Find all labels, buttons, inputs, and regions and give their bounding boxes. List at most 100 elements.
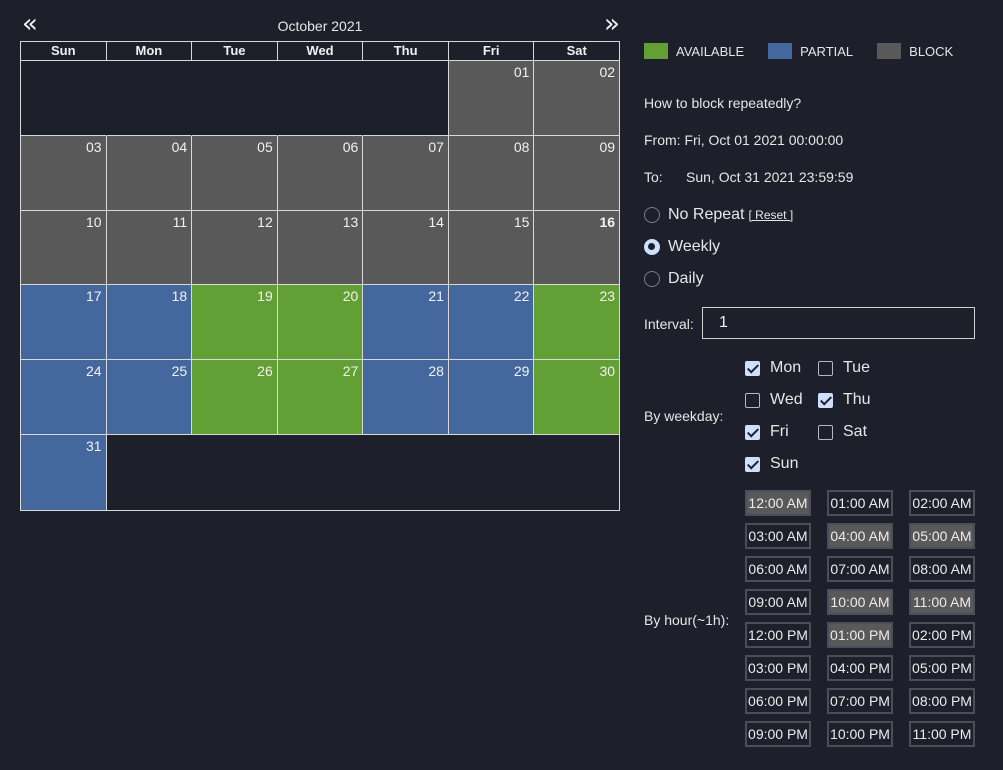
weekday-option-thu[interactable]: Thu xyxy=(818,391,871,409)
hour-button-0400pm[interactable]: 04:00 PM xyxy=(827,655,893,681)
calendar-day-09[interactable]: 09 xyxy=(534,135,620,211)
calendar-header: « October 2021 » xyxy=(20,11,620,40)
calendar-day-23[interactable]: 23 xyxy=(534,285,620,361)
calendar-day-31[interactable]: 31 xyxy=(21,434,107,510)
calendar-day-28[interactable]: 28 xyxy=(363,360,449,435)
hour-button-0700pm[interactable]: 07:00 PM xyxy=(827,688,893,714)
hour-button-0200am[interactable]: 02:00 AM xyxy=(909,490,975,516)
hour-button-0500am[interactable]: 05:00 AM xyxy=(909,523,975,549)
calendar-day-27[interactable]: 27 xyxy=(277,360,364,435)
weekday-option-wed[interactable]: Wed xyxy=(745,391,803,409)
calendar-day-number: 28 xyxy=(428,363,444,380)
hour-button-0900am[interactable]: 09:00 AM xyxy=(745,589,811,615)
checkbox[interactable] xyxy=(745,424,760,440)
calendar-day-25[interactable]: 25 xyxy=(106,360,193,435)
calendar-day-22[interactable]: 22 xyxy=(448,285,535,361)
hour-button-0100am[interactable]: 01:00 AM xyxy=(827,490,893,516)
checkbox[interactable] xyxy=(745,360,760,376)
legend-swatch xyxy=(768,43,793,59)
checkbox-label: Sat xyxy=(843,423,868,440)
hour-label: By hour(~1h): xyxy=(644,612,730,628)
hour-button-0400am[interactable]: 04:00 AM xyxy=(827,523,893,549)
radio-button[interactable] xyxy=(644,207,660,223)
weekday-option-sun[interactable]: Sun xyxy=(745,455,798,473)
calendar-day-15[interactable]: 15 xyxy=(448,210,535,286)
calendar-day-21[interactable]: 21 xyxy=(363,285,449,361)
calendar-day-number: 06 xyxy=(342,138,359,155)
weekday-option-sat[interactable]: Sat xyxy=(818,423,867,441)
hour-button-0900pm[interactable]: 09:00 PM xyxy=(745,721,811,747)
hour-button-0200pm[interactable]: 02:00 PM xyxy=(909,622,975,648)
calendar-day-17[interactable]: 17 xyxy=(21,285,107,361)
hour-button-0300am[interactable]: 03:00 AM xyxy=(745,523,811,549)
checkbox-label: Wed xyxy=(770,391,803,408)
hour-button-1000pm[interactable]: 10:00 PM xyxy=(827,721,893,747)
calendar-day-number: 27 xyxy=(342,363,359,380)
calendar-week-row: 10 11 12 13 14 15 16 xyxy=(21,210,620,286)
calendar-day-16[interactable]: 16 xyxy=(534,210,620,286)
checkbox[interactable] xyxy=(745,392,760,408)
weekday-header-mon: Mon xyxy=(107,42,193,60)
calendar-empty-cell xyxy=(277,61,364,136)
hour-button-1000am[interactable]: 10:00 AM xyxy=(827,589,893,615)
calendar-day-number: 17 xyxy=(86,288,102,305)
checkbox[interactable] xyxy=(745,456,760,472)
hour-button-1200pm[interactable]: 12:00 PM xyxy=(745,622,811,648)
hour-button-1200am[interactable]: 12:00 AM xyxy=(745,490,811,516)
weekday-option-mon[interactable]: Mon xyxy=(745,359,801,377)
hour-button-1100am[interactable]: 11:00 AM xyxy=(909,589,975,615)
calendar-day-04[interactable]: 04 xyxy=(106,135,193,211)
checkbox[interactable] xyxy=(818,392,833,408)
legend-item-block: BLOCK xyxy=(877,43,953,59)
hour-button-1100pm[interactable]: 11:00 PM xyxy=(909,721,975,747)
calendar-day-08[interactable]: 08 xyxy=(448,135,535,211)
calendar-day-30[interactable]: 30 xyxy=(534,360,620,435)
calendar-day-number: 24 xyxy=(86,363,102,380)
hour-button-0600am[interactable]: 06:00 AM xyxy=(745,556,811,582)
calendar-day-number: 25 xyxy=(171,363,188,380)
status-legend: AVAILABLE PARTIAL BLOCK xyxy=(644,43,977,59)
calendar-week-row: 17 18 19 20 21 22 23 xyxy=(21,285,620,361)
calendar-day-10[interactable]: 10 xyxy=(21,210,107,286)
calendar-day-01[interactable]: 01 xyxy=(448,61,535,136)
hour-button-0100pm[interactable]: 01:00 PM xyxy=(827,622,893,648)
repeat-option-daily[interactable]: Daily xyxy=(644,270,704,288)
calendar-day-24[interactable]: 24 xyxy=(21,360,107,435)
calendar-day-11[interactable]: 11 xyxy=(106,210,193,286)
calendar-day-07[interactable]: 07 xyxy=(363,135,449,211)
hour-button-0800pm[interactable]: 08:00 PM xyxy=(909,688,975,714)
calendar-day-number: 04 xyxy=(171,138,188,155)
calendar-day-19[interactable]: 19 xyxy=(192,285,278,361)
calendar-day-20[interactable]: 20 xyxy=(277,285,364,361)
calendar-day-number: 23 xyxy=(599,288,616,305)
hour-button-0500pm[interactable]: 05:00 PM xyxy=(909,655,975,681)
hour-button-0300pm[interactable]: 03:00 PM xyxy=(745,655,811,681)
checkbox[interactable] xyxy=(818,424,833,440)
hour-button-0600pm[interactable]: 06:00 PM xyxy=(745,688,811,714)
hour-button-0700am[interactable]: 07:00 AM xyxy=(827,556,893,582)
weekday-option-fri[interactable]: Fri xyxy=(745,423,789,441)
calendar-day-13[interactable]: 13 xyxy=(277,210,364,286)
double-chevron-right-icon[interactable]: » xyxy=(600,11,624,38)
weekday-option-tue[interactable]: Tue xyxy=(818,359,870,377)
calendar-day-18[interactable]: 18 xyxy=(106,285,193,361)
hour-button-0800am[interactable]: 08:00 AM xyxy=(909,556,975,582)
calendar-day-05[interactable]: 05 xyxy=(192,135,278,211)
reset-link[interactable]: [ Reset ] xyxy=(749,208,794,222)
weekday-header-thu: Thu xyxy=(363,42,449,60)
checkbox[interactable] xyxy=(818,360,833,376)
interval-input[interactable] xyxy=(702,307,975,339)
calendar-day-06[interactable]: 06 xyxy=(277,135,364,211)
radio-button[interactable] xyxy=(644,239,660,255)
calendar-day-26[interactable]: 26 xyxy=(192,360,278,435)
calendar-day-14[interactable]: 14 xyxy=(363,210,449,286)
repeat-option-weekly[interactable]: Weekly xyxy=(644,238,720,256)
calendar-day-03[interactable]: 03 xyxy=(21,135,107,211)
radio-button[interactable] xyxy=(644,271,660,287)
calendar-day-12[interactable]: 12 xyxy=(192,210,278,286)
weekday-header-wed: Wed xyxy=(278,42,364,60)
calendar-day-02[interactable]: 02 xyxy=(534,61,620,136)
repeat-option-no-repeat[interactable]: No Repeat [ Reset ] xyxy=(644,206,793,224)
calendar-week-row: 03 04 05 06 07 08 09 xyxy=(21,135,620,211)
calendar-day-29[interactable]: 29 xyxy=(448,360,535,435)
